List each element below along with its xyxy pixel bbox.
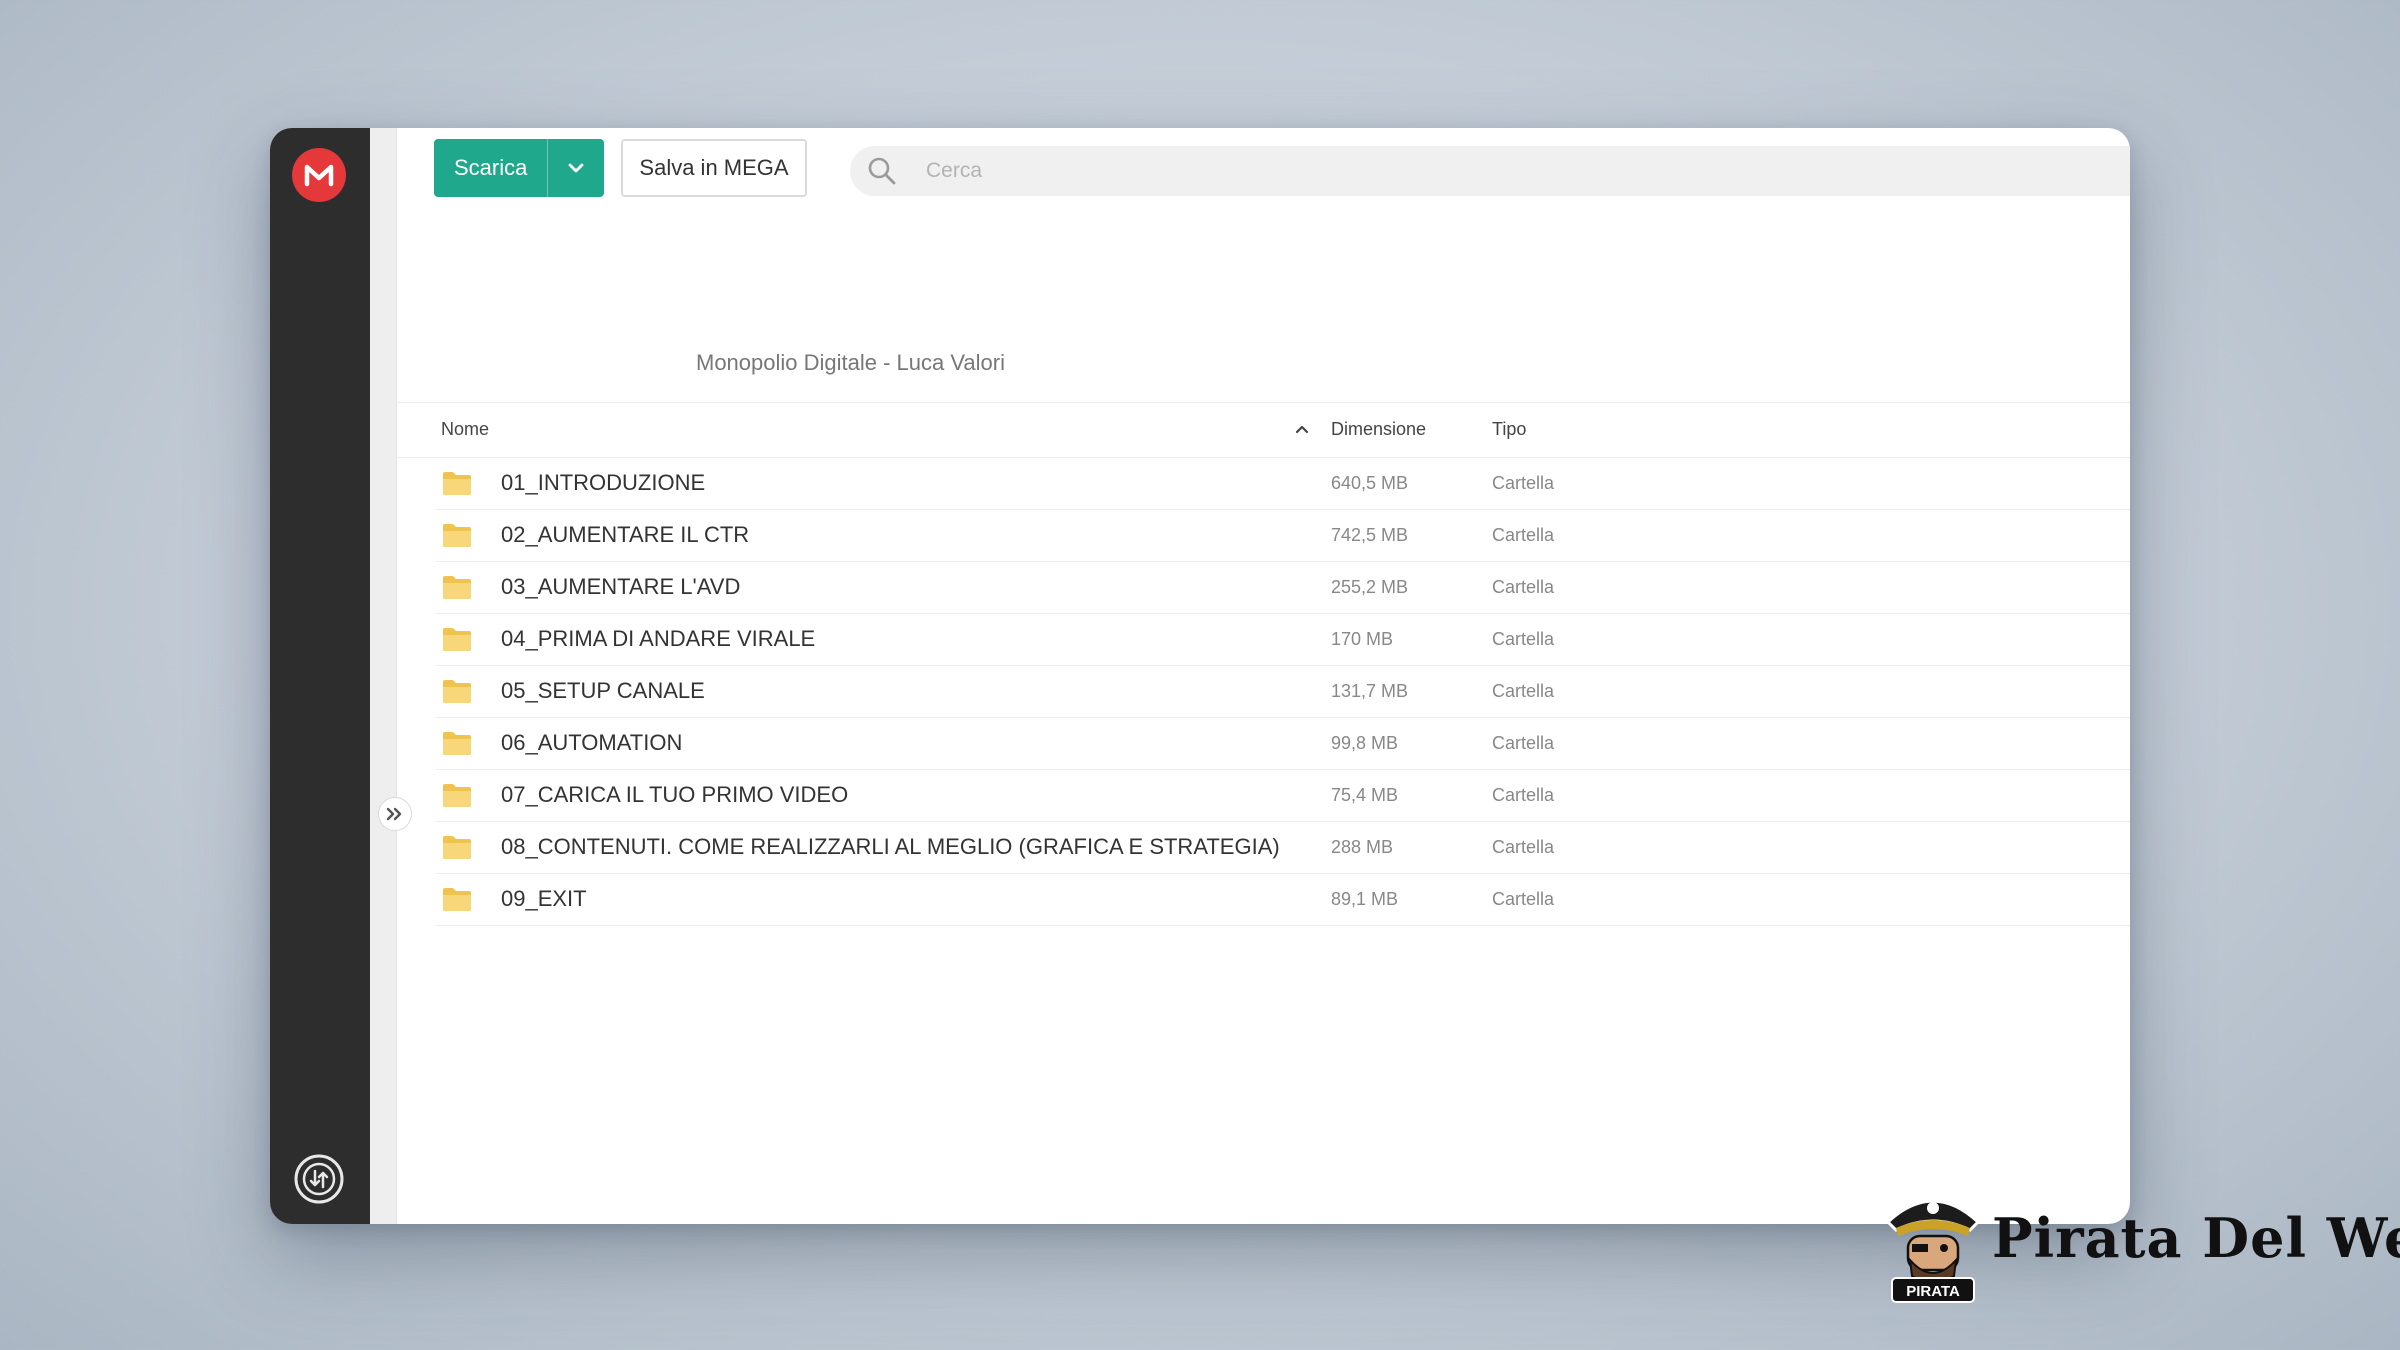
mega-logo-icon[interactable] (292, 148, 346, 202)
row-size: 742,5 MB (1331, 525, 1409, 545)
folder-icon (442, 834, 472, 865)
table-row[interactable]: 02_AUMENTARE IL CTR 742,5 MB Cartella (436, 510, 2130, 562)
row-type: Cartella (1492, 473, 1555, 493)
table-body: 01_INTRODUZIONE 640,5 MB Cartella 02_AUMENT… (396, 458, 2130, 926)
row-type: Cartella (1492, 629, 1555, 649)
column-header-type[interactable]: Tipo (1492, 419, 1526, 440)
search-bar[interactable] (850, 146, 2130, 196)
row-type: Cartella (1492, 577, 1555, 597)
row-size: 99,8 MB (1331, 733, 1399, 753)
row-name[interactable]: 01_INTRODUZIONE (501, 470, 705, 496)
row-type: Cartella (1492, 681, 1555, 701)
table-row[interactable]: 07_CARICA IL TUO PRIMO VIDEO 75,4 MB Carte… (436, 770, 2130, 822)
download-button[interactable]: Scarica (434, 139, 604, 197)
table-row[interactable]: 09_EXIT 89,1 MB Cartella (436, 874, 2130, 926)
search-input[interactable] (914, 158, 1952, 184)
side-rail (370, 128, 397, 1224)
table-row[interactable]: 04_PRIMA DI ANDARE VIRALE 170 MB Cartella (436, 614, 2130, 666)
row-size: 131,7 MB (1331, 681, 1409, 701)
folder-icon (442, 782, 472, 813)
row-name[interactable]: 05_SETUP CANALE (501, 678, 705, 704)
row-type: Cartella (1492, 785, 1555, 805)
table-row[interactable]: 03_AUMENTARE L'AVD 255,2 MB Cartella (436, 562, 2130, 614)
download-button-label[interactable]: Scarica (434, 139, 547, 197)
column-header-size[interactable]: Dimensione (1331, 419, 1426, 440)
folder-icon (442, 470, 472, 501)
row-size: 640,5 MB (1331, 473, 1409, 493)
row-size: 255,2 MB (1331, 577, 1409, 597)
row-type: Cartella (1492, 889, 1555, 909)
row-size: 89,1 MB (1331, 889, 1399, 909)
folder-icon (442, 730, 472, 761)
table-row[interactable]: 06_AUTOMATION 99,8 MB Cartella (436, 718, 2130, 770)
chevron-down-icon (568, 163, 584, 173)
sidebar (270, 128, 370, 1224)
row-type: Cartella (1492, 525, 1555, 545)
download-options-button[interactable] (547, 139, 604, 197)
folder-icon (442, 574, 472, 605)
row-type: Cartella (1492, 837, 1555, 857)
watermark-brand: Pirata Del Web (1992, 1206, 2400, 1270)
table-row[interactable]: 08_CONTENUTI. COME REALIZZARLI AL MEGLIO… (436, 822, 2130, 874)
row-size: 288 MB (1331, 837, 1394, 857)
watermark: PIRATA Pirata Del Web (1878, 1186, 2400, 1304)
row-name[interactable]: 08_CONTENUTI. COME REALIZZARLI AL MEGLIO… (501, 834, 1280, 860)
row-name[interactable]: 02_AUMENTARE IL CTR (501, 522, 749, 548)
sort-up-icon[interactable] (1294, 419, 1310, 440)
folder-icon (442, 626, 472, 657)
row-type: Cartella (1492, 733, 1555, 753)
folder-icon (442, 678, 472, 709)
folder-icon (442, 886, 472, 917)
row-name[interactable]: 09_EXIT (501, 886, 587, 912)
table-row[interactable]: 01_INTRODUZIONE 640,5 MB Cartella (436, 458, 2130, 510)
table-header: Nome Dimensione Tipo (396, 402, 2130, 458)
folder-icon (442, 522, 472, 553)
mega-window: Scarica Salva in MEGA Monopolio Digitale… (270, 128, 2130, 1224)
pirate-mascot-logo: PIRATA (1885, 1199, 1981, 1303)
row-name[interactable]: 04_PRIMA DI ANDARE VIRALE (501, 626, 815, 652)
table-row[interactable]: 05_SETUP CANALE 131,7 MB Cartella (436, 666, 2130, 718)
search-icon (850, 156, 914, 186)
transfer-manager-icon[interactable] (292, 1152, 346, 1206)
row-size: 75,4 MB (1331, 785, 1399, 805)
row-name[interactable]: 03_AUMENTARE L'AVD (501, 574, 740, 600)
row-name[interactable]: 07_CARICA IL TUO PRIMO VIDEO (501, 782, 848, 808)
column-header-name[interactable]: Nome (441, 419, 489, 440)
file-table: Nome Dimensione Tipo 01_INTRODUZIONE 640,… (396, 402, 2130, 926)
save-to-mega-button[interactable]: Salva in MEGA (621, 139, 807, 197)
row-name[interactable]: 06_AUTOMATION (501, 730, 682, 756)
breadcrumb[interactable]: Monopolio Digitale - Luca Valori (696, 350, 1005, 376)
watermark-badge: PIRATA (1906, 1283, 1960, 1300)
row-size: 170 MB (1331, 629, 1394, 649)
